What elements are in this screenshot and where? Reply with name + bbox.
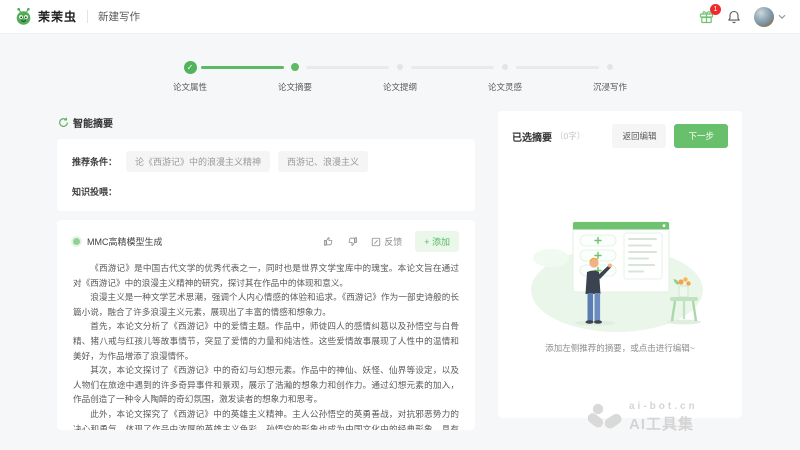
step-immersive-writing[interactable]: 沉浸写作: [516, 60, 663, 93]
step-active-icon: [291, 63, 299, 71]
condition-tag[interactable]: 西游记、浪漫主义: [278, 151, 369, 172]
add-abstract-button[interactable]: + 添加: [415, 231, 459, 252]
topbar: 茉茉虫 新建写作 1: [0, 0, 800, 34]
step-paper-inspiration[interactable]: 论文灵感: [411, 60, 558, 93]
abstract-paragraph: 此外，本论文探究了《西游记》中的英雄主义精神。主人公孙悟空的英勇善战，对抗邪恶势…: [73, 408, 459, 430]
feedback-button[interactable]: 反馈: [371, 235, 402, 248]
gift-badge: 1: [710, 3, 721, 15]
step-pending-icon: [397, 64, 403, 70]
refresh-icon: [59, 117, 68, 127]
thumbs-down-icon: [348, 237, 358, 246]
thumbs-up-icon: [324, 237, 333, 246]
abstract-paragraph: 《西游记》是中国古代文学的优秀代表之一，同时也是世界文学宝库中的瑰宝。本论文旨在…: [73, 263, 459, 288]
abstract-paragraph: 浪漫主义是一种文学艺术思潮，强调个人内心情感的体验和追求。《西游记》作为一部史诗…: [73, 292, 459, 317]
feedback-icon: [372, 237, 381, 246]
conditions-label: 推荐条件：: [72, 157, 118, 167]
app-logo-icon: [14, 7, 33, 26]
step-pending-icon: [502, 64, 508, 70]
topbar-divider: [87, 10, 89, 23]
page-title: 新建写作: [98, 11, 141, 23]
bell-icon[interactable]: [727, 10, 741, 24]
empty-state-illustration: [512, 206, 728, 332]
app-logo-text: 茉茉虫: [38, 10, 78, 24]
thumbs-down-button[interactable]: [347, 236, 358, 247]
generated-abstract-card: MMC高精模型生成 反馈 + 添加 《西游记》是中国古代文学的优秀代表之一，同时…: [57, 220, 475, 430]
step-paper-outline[interactable]: 论文提纲: [306, 60, 453, 93]
section-title-smart-abstract: 智能摘要: [58, 115, 475, 130]
chevron-down-icon: [778, 14, 786, 19]
next-step-button[interactable]: 下一步: [674, 124, 728, 148]
selected-abstract-title: 已选摘要: [512, 132, 552, 144]
word-count: （0字）: [555, 131, 586, 141]
step-paper-attributes[interactable]: ✓ 论文属性: [138, 60, 243, 93]
step-pending-icon: [607, 64, 613, 70]
stepper: ✓ 论文属性 论文摘要 论文提纲 论文灵感 沉浸写作: [138, 60, 663, 93]
knowledge-feed-label: 知识投喂：: [72, 187, 118, 197]
step-paper-abstract[interactable]: 论文摘要: [201, 60, 348, 93]
condition-tag[interactable]: 论《西游记》中的浪漫主义精神: [126, 151, 271, 172]
thumbs-up-button[interactable]: [323, 236, 334, 247]
abstract-paragraph: 其次，本论文探讨了《西游记》中的奇幻与幻想元素。作品中的神仙、妖怪、仙界等设定，…: [73, 365, 459, 405]
user-menu[interactable]: [754, 6, 786, 27]
abstract-paragraph: 首先，本论文分析了《西游记》中的爱情主题。作品中，师徒四人的感情纠葛以及孙悟空与…: [73, 321, 459, 361]
back-to-edit-button[interactable]: 返回编辑: [612, 124, 667, 148]
step-done-icon: ✓: [183, 60, 197, 74]
model-status-dot: [73, 238, 80, 245]
model-source-label: MMC高精模型生成: [87, 237, 163, 247]
selected-abstract-panel: 已选摘要 （0字） 返回编辑 下一步 添加左侧推荐的摘要，或点击进行编辑~: [498, 111, 742, 418]
gift-icon[interactable]: 1: [698, 3, 721, 25]
avatar[interactable]: [754, 6, 774, 27]
empty-state-hint: 添加左侧推荐的摘要，或点击进行编辑~: [545, 343, 695, 353]
conditions-card: 推荐条件： 论《西游记》中的浪漫主义精神 西游记、浪漫主义 知识投喂：: [57, 139, 475, 211]
generated-abstract-text: 《西游记》是中国古代文学的优秀代表之一，同时也是世界文学宝库中的瑰宝。本论文旨在…: [73, 261, 459, 430]
